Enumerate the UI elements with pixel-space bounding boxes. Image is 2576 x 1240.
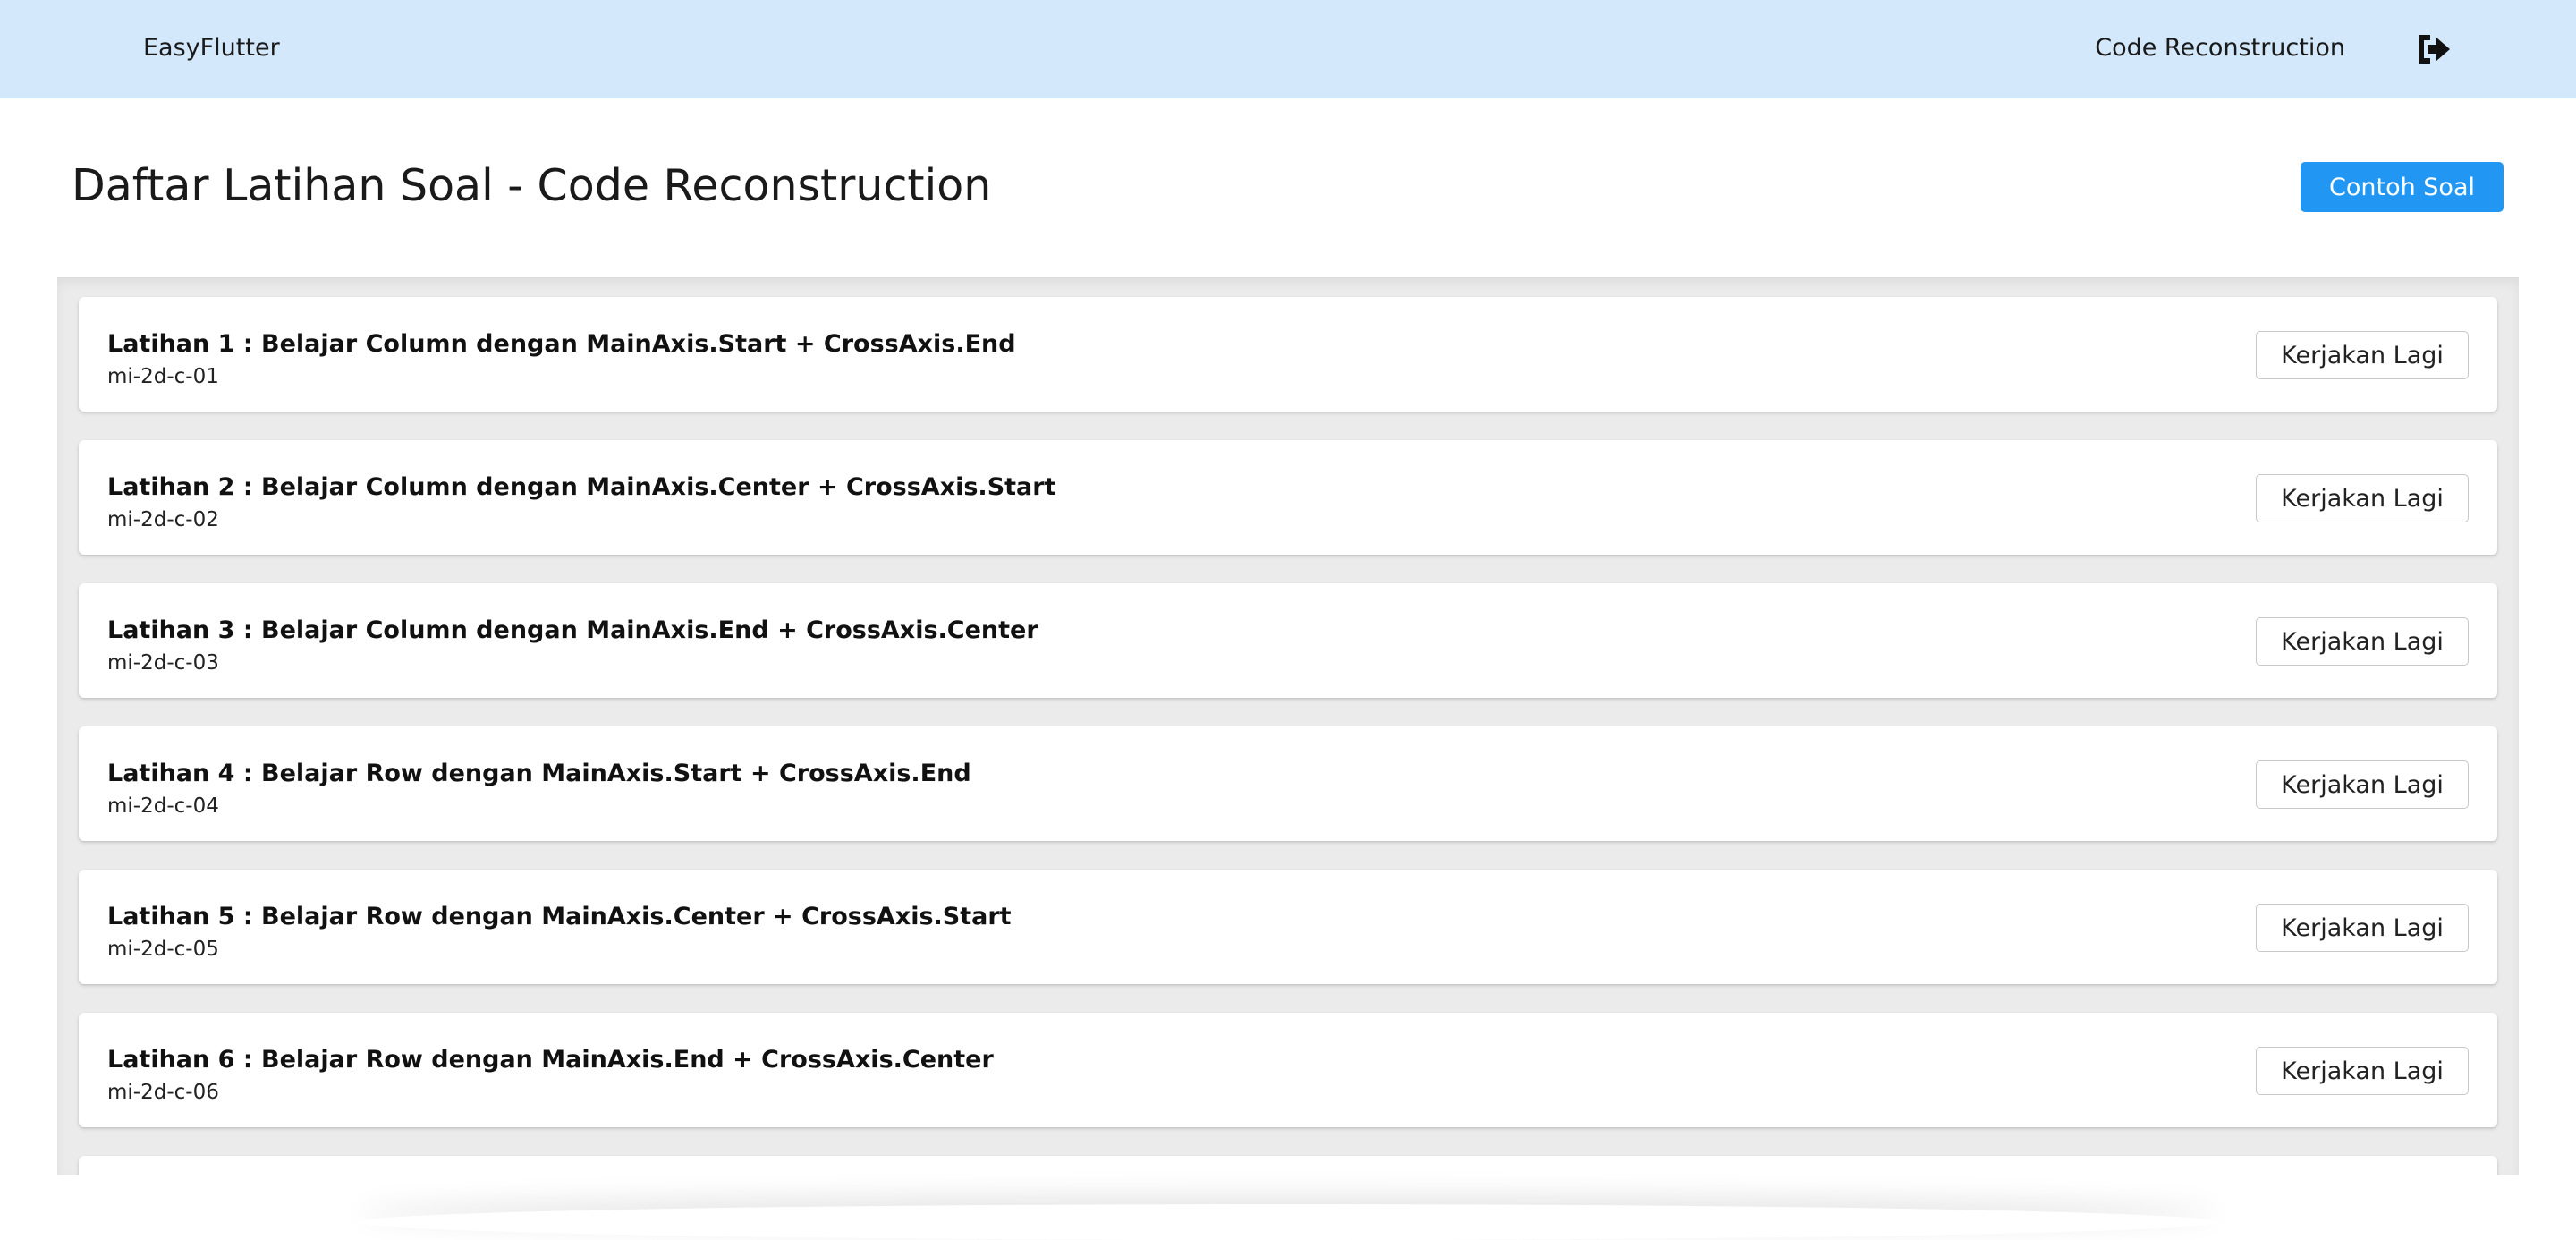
exercise-list: Latihan 1 : Belajar Column dengan MainAx… <box>57 277 2519 1175</box>
list-item: Latihan 1 : Belajar Column dengan MainAx… <box>79 297 2497 412</box>
brand-link[interactable]: EasyFlutter <box>143 32 280 64</box>
retry-button[interactable]: Kerjakan Lagi <box>2256 617 2469 666</box>
retry-button[interactable]: Kerjakan Lagi <box>2256 474 2469 522</box>
exercise-title: Latihan 2 : Belajar Column dengan MainAx… <box>107 473 1056 501</box>
exercise-title: Latihan 3 : Belajar Column dengan MainAx… <box>107 616 1038 644</box>
retry-button[interactable]: Kerjakan Lagi <box>2256 1047 2469 1095</box>
retry-button[interactable]: Kerjakan Lagi <box>2256 760 2469 809</box>
top-navbar: EasyFlutter Code Reconstruction <box>0 0 2576 98</box>
exercise-code: mi-2d-c-02 <box>107 508 219 531</box>
page-title: Daftar Latihan Soal - Code Reconstructio… <box>72 160 992 211</box>
exercise-code: mi-2d-c-06 <box>107 1081 219 1104</box>
exercise-code: mi-2d-c-03 <box>107 651 219 675</box>
retry-button[interactable]: Kerjakan Lagi <box>2256 904 2469 952</box>
bottom-shadow <box>358 1204 2218 1240</box>
exercise-code: mi-2d-c-01 <box>107 365 219 388</box>
exercise-title: Latihan 1 : Belajar Column dengan MainAx… <box>107 330 1016 358</box>
list-item-partial <box>79 1156 2497 1175</box>
list-item: Latihan 3 : Belajar Column dengan MainAx… <box>79 583 2497 698</box>
list-item: Latihan 2 : Belajar Column dengan MainAx… <box>79 440 2497 555</box>
exercise-title: Latihan 4 : Belajar Row dengan MainAxis.… <box>107 760 971 787</box>
exercise-title: Latihan 6 : Belajar Row dengan MainAxis.… <box>107 1046 994 1074</box>
example-questions-button[interactable]: Contoh Soal <box>2301 162 2504 212</box>
exercise-title: Latihan 5 : Belajar Row dengan MainAxis.… <box>107 903 1012 930</box>
list-item: Latihan 5 : Belajar Row dengan MainAxis.… <box>79 870 2497 984</box>
exercise-code: mi-2d-c-05 <box>107 938 219 961</box>
nav-link-code-reconstruction[interactable]: Code Reconstruction <box>2095 32 2345 64</box>
sign-out-icon[interactable] <box>2415 31 2453 67</box>
list-item: Latihan 6 : Belajar Row dengan MainAxis.… <box>79 1013 2497 1127</box>
list-item: Latihan 4 : Belajar Row dengan MainAxis.… <box>79 726 2497 841</box>
exercise-code: mi-2d-c-04 <box>107 794 219 818</box>
retry-button[interactable]: Kerjakan Lagi <box>2256 331 2469 379</box>
